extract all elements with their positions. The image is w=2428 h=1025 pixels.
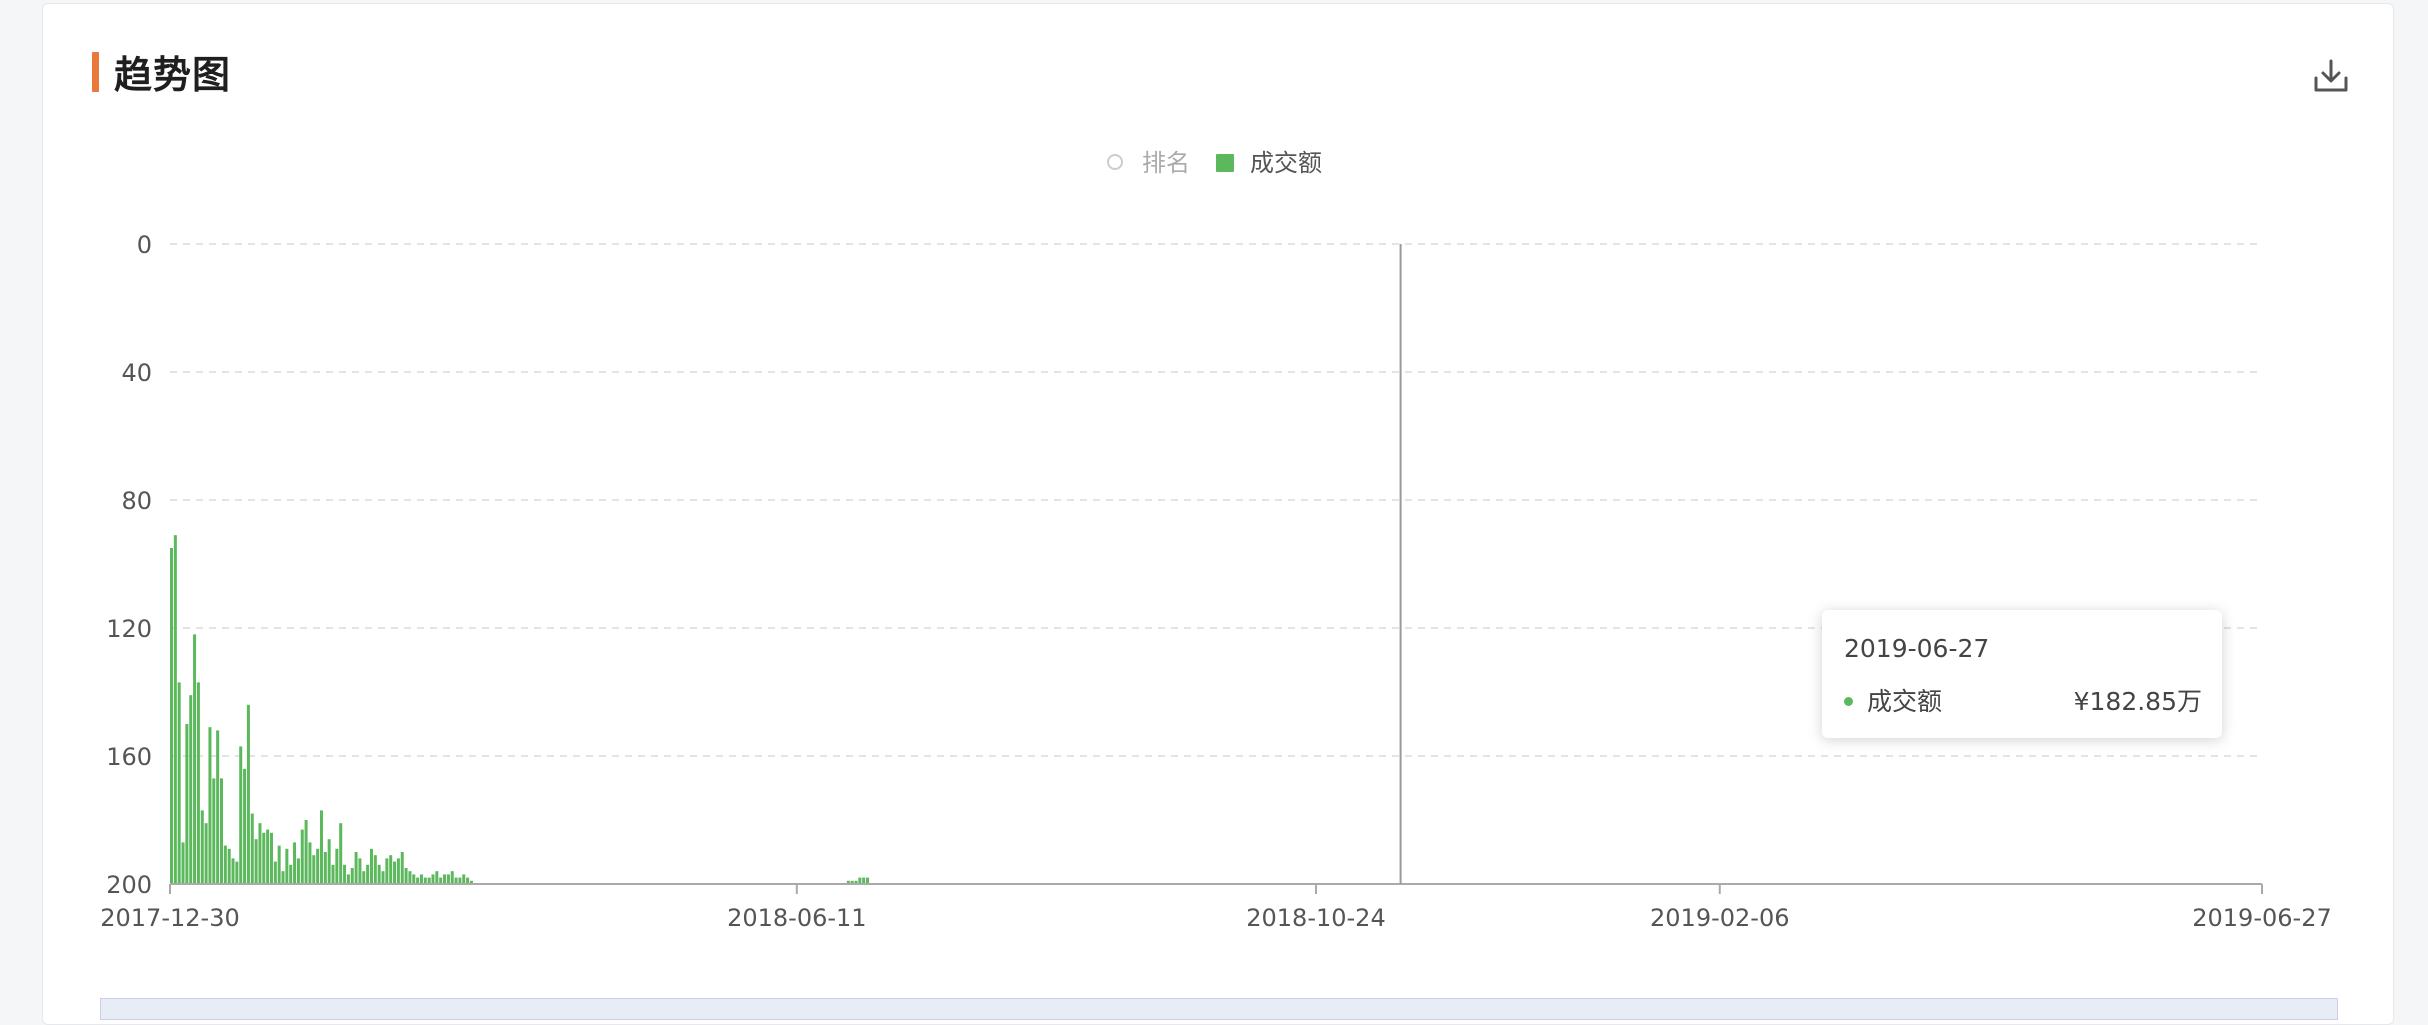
bar (331, 864, 335, 884)
bar (289, 864, 293, 884)
bar (389, 855, 393, 884)
y-tick-label: 160 (106, 743, 152, 771)
bar (312, 855, 316, 884)
bar (308, 842, 312, 884)
bar (170, 548, 173, 884)
bar (300, 829, 304, 884)
bar (366, 864, 370, 884)
bar (377, 864, 381, 884)
bar (435, 871, 439, 884)
bar (339, 823, 343, 884)
x-tick-label: 2018-10-24 (1246, 904, 1385, 932)
bar (189, 695, 193, 884)
bar (431, 874, 435, 884)
bar (385, 858, 389, 884)
bar (316, 848, 320, 884)
y-tick-label: 200 (106, 871, 152, 899)
bar (181, 842, 185, 884)
bar (243, 768, 247, 884)
x-tick-label: 2019-06-27 (2192, 904, 2331, 932)
bar (319, 810, 323, 884)
y-tick-label: 0 (137, 231, 152, 259)
bar (293, 842, 297, 884)
bar (262, 832, 266, 884)
bar (393, 861, 397, 884)
bar (250, 813, 254, 884)
trend-chart[interactable]: 0 40 80 120 160 200 2017-12-30 2018-06-11 2018-1… (0, 0, 2428, 1010)
bar (350, 868, 354, 884)
bar (400, 852, 404, 884)
bar (354, 852, 358, 884)
bar (346, 874, 350, 884)
bar (200, 810, 204, 884)
bar (177, 682, 181, 884)
x-tick-label: 2017-12-30 (100, 904, 239, 932)
bar (323, 852, 327, 884)
bar (204, 823, 208, 884)
data-zoom-slider[interactable] (100, 998, 2338, 1020)
bar (381, 871, 385, 884)
bar (362, 871, 366, 884)
x-tick-label: 2018-06-11 (727, 904, 866, 932)
bar (335, 848, 339, 884)
bar (462, 874, 466, 884)
bar (227, 848, 231, 884)
tooltip-series-name: 成交额 (1867, 687, 1943, 716)
bar (343, 864, 347, 884)
bar (285, 848, 289, 884)
bar (450, 871, 454, 884)
bar (246, 704, 250, 884)
bar (269, 832, 273, 884)
bar (419, 874, 423, 884)
chart-tooltip: 2019-06-27 成交额 ¥182.85万 (1822, 610, 2222, 738)
tooltip-value: ¥182.85万 (2073, 687, 2202, 716)
x-tick-label: 2019-02-06 (1650, 904, 1789, 932)
y-tick-label: 80 (121, 487, 152, 515)
bar (266, 829, 270, 884)
tooltip-date: 2019-06-27 (1844, 634, 1990, 663)
bar (373, 855, 377, 884)
y-tick-label: 40 (121, 359, 152, 387)
bar (446, 874, 450, 884)
bar (185, 724, 189, 884)
bar (273, 861, 277, 884)
bar (358, 858, 362, 884)
tooltip-series-dot (1844, 697, 1853, 706)
bar (369, 848, 373, 884)
bar (443, 874, 447, 884)
bar (277, 845, 281, 884)
bar (223, 845, 227, 884)
bar (212, 778, 216, 884)
bar (239, 746, 243, 884)
bar (404, 868, 408, 884)
bar (296, 858, 300, 884)
bar (216, 730, 220, 884)
bar (208, 727, 212, 884)
bar (231, 858, 235, 884)
bar (327, 839, 331, 884)
bar (235, 861, 239, 884)
bar (396, 858, 400, 884)
bar (281, 871, 285, 884)
bar (258, 823, 262, 884)
bar (304, 820, 308, 884)
bar (412, 874, 416, 884)
bar (254, 839, 258, 884)
bar (193, 634, 197, 884)
bar (219, 778, 223, 884)
bar (408, 871, 412, 884)
bar (173, 535, 177, 884)
bar (196, 682, 200, 884)
y-tick-label: 120 (106, 615, 152, 643)
